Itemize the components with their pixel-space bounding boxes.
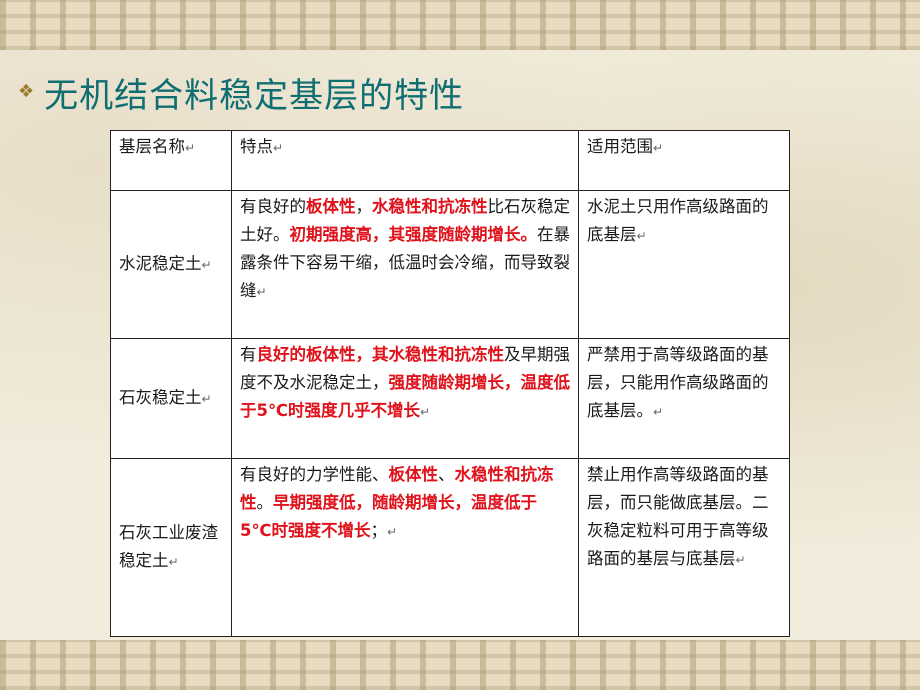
row-name: 石灰稳定土↵: [110, 338, 232, 459]
header-scope: 适用范围↵: [578, 130, 790, 191]
properties-table: 基层名称↵ 特点↵ 适用范围↵ 水泥稳定土↵ 有良好的板体性，水稳性和抗冻性比石…: [110, 130, 790, 637]
decorative-border-top: [0, 0, 920, 50]
header-features: 特点↵: [231, 130, 579, 191]
feature-text-segment: 板体性: [306, 197, 356, 216]
feature-text-segment: 板体性: [388, 465, 439, 484]
row-scope: 水泥土只用作高级路面的底基层↵: [578, 190, 790, 339]
feature-text-segment: ；: [370, 521, 387, 540]
feature-text-segment: 、: [438, 465, 455, 484]
feature-text-segment: 初期强度高，其强度随龄期增长。: [289, 225, 538, 244]
table-row: 石灰稳定土↵ 有良好的板体性，其水稳性和抗冻性及早期强度不及水泥稳定土，强度随龄…: [110, 338, 790, 459]
row-scope: 严禁用于高等级路面的基层，只能用作高级路面的底基层。↵: [578, 338, 790, 459]
feature-text-segment: 。: [256, 493, 274, 512]
feature-text-segment: ，: [355, 197, 373, 216]
row-features: 有良好的板体性，水稳性和抗冻性比石灰稳定土好。初期强度高，其强度随龄期增长。在暴…: [231, 190, 579, 339]
row-features: 有良好的板体性，其水稳性和抗冻性及早期强度不及水泥稳定土，强度随龄期增长，温度低…: [231, 338, 579, 459]
feature-text-segment: 有良好的力学性能、: [240, 465, 389, 484]
feature-text-segment: ，其水稳性和抗冻性: [355, 345, 505, 364]
header-name: 基层名称↵: [110, 130, 232, 191]
row-name: 石灰工业废渣稳定土↵: [110, 458, 232, 637]
row-name: 水泥稳定土↵: [110, 190, 232, 339]
slide-title: ❖ 无机结合料稳定基层的特性: [18, 70, 465, 116]
table-row: 石灰工业废渣稳定土↵ 有良好的力学性能、板体性、水稳性和抗冻性。早期强度低，随龄…: [110, 458, 790, 637]
row-features: 有良好的力学性能、板体性、水稳性和抗冻性。早期强度低，随龄期增长，温度低于 5℃…: [231, 458, 579, 637]
feature-text-segment: 有良好的: [240, 197, 306, 216]
feature-text-segment: 有: [240, 345, 257, 364]
feature-text-segment: 良好的板体性: [256, 345, 356, 364]
diamond-dots-bullet-icon: ❖: [18, 81, 35, 102]
row-scope: 禁止用作高等级路面的基层，而只能做底基层。二灰稳定粒料可用于高等级路面的基层与底…: [578, 458, 790, 637]
table-row: 水泥稳定土↵ 有良好的板体性，水稳性和抗冻性比石灰稳定土好。初期强度高，其强度随…: [110, 190, 790, 339]
feature-text-segment: 水稳性和抗冻性: [372, 197, 488, 216]
table-header-row: 基层名称↵ 特点↵ 适用范围↵: [110, 130, 790, 191]
slide-title-text: 无机结合料稳定基层的特性: [44, 75, 465, 116]
decorative-border-bottom: [0, 640, 920, 690]
